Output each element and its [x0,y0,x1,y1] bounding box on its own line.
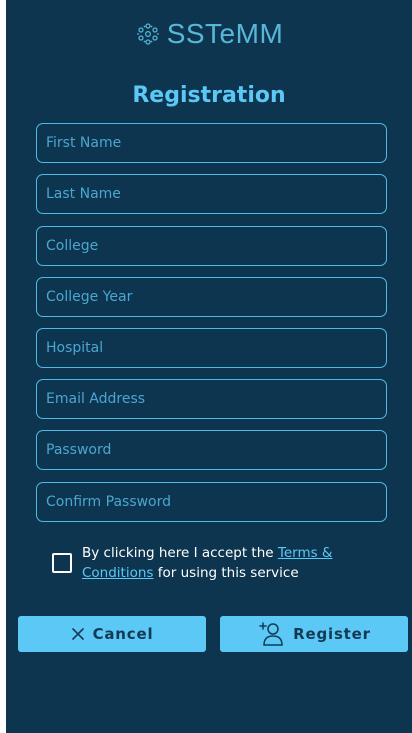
email-field[interactable] [36,379,387,419]
brand-name: SSTeMM [166,18,284,49]
terms-row: By clicking here I accept the Terms & Co… [52,543,382,583]
registration-panel: SSTeMM Registration By clicking here I a… [6,0,412,733]
first-name-field[interactable] [36,123,387,163]
terms-text: By clicking here I accept the Terms & Co… [82,543,382,583]
register-label: Register [293,625,371,643]
page-title: Registration [132,83,286,108]
terms-suffix: for using this service [153,565,299,581]
confirm-password-field[interactable] [36,482,387,522]
password-field[interactable] [36,430,387,470]
register-button[interactable]: Register [220,616,408,652]
cancel-button[interactable]: Cancel [18,616,206,652]
brand-header: SSTeMM [6,18,412,50]
college-year-field[interactable] [36,277,387,317]
terms-checkbox[interactable] [52,553,72,573]
cancel-label: Cancel [92,625,154,643]
terms-prefix: By clicking here I accept the [82,545,278,561]
add-user-icon [259,622,283,646]
last-name-field[interactable] [36,174,387,214]
hospital-field[interactable] [36,328,387,368]
close-icon [71,628,84,640]
molecule-logo-icon [136,23,159,45]
college-field[interactable] [36,226,387,266]
